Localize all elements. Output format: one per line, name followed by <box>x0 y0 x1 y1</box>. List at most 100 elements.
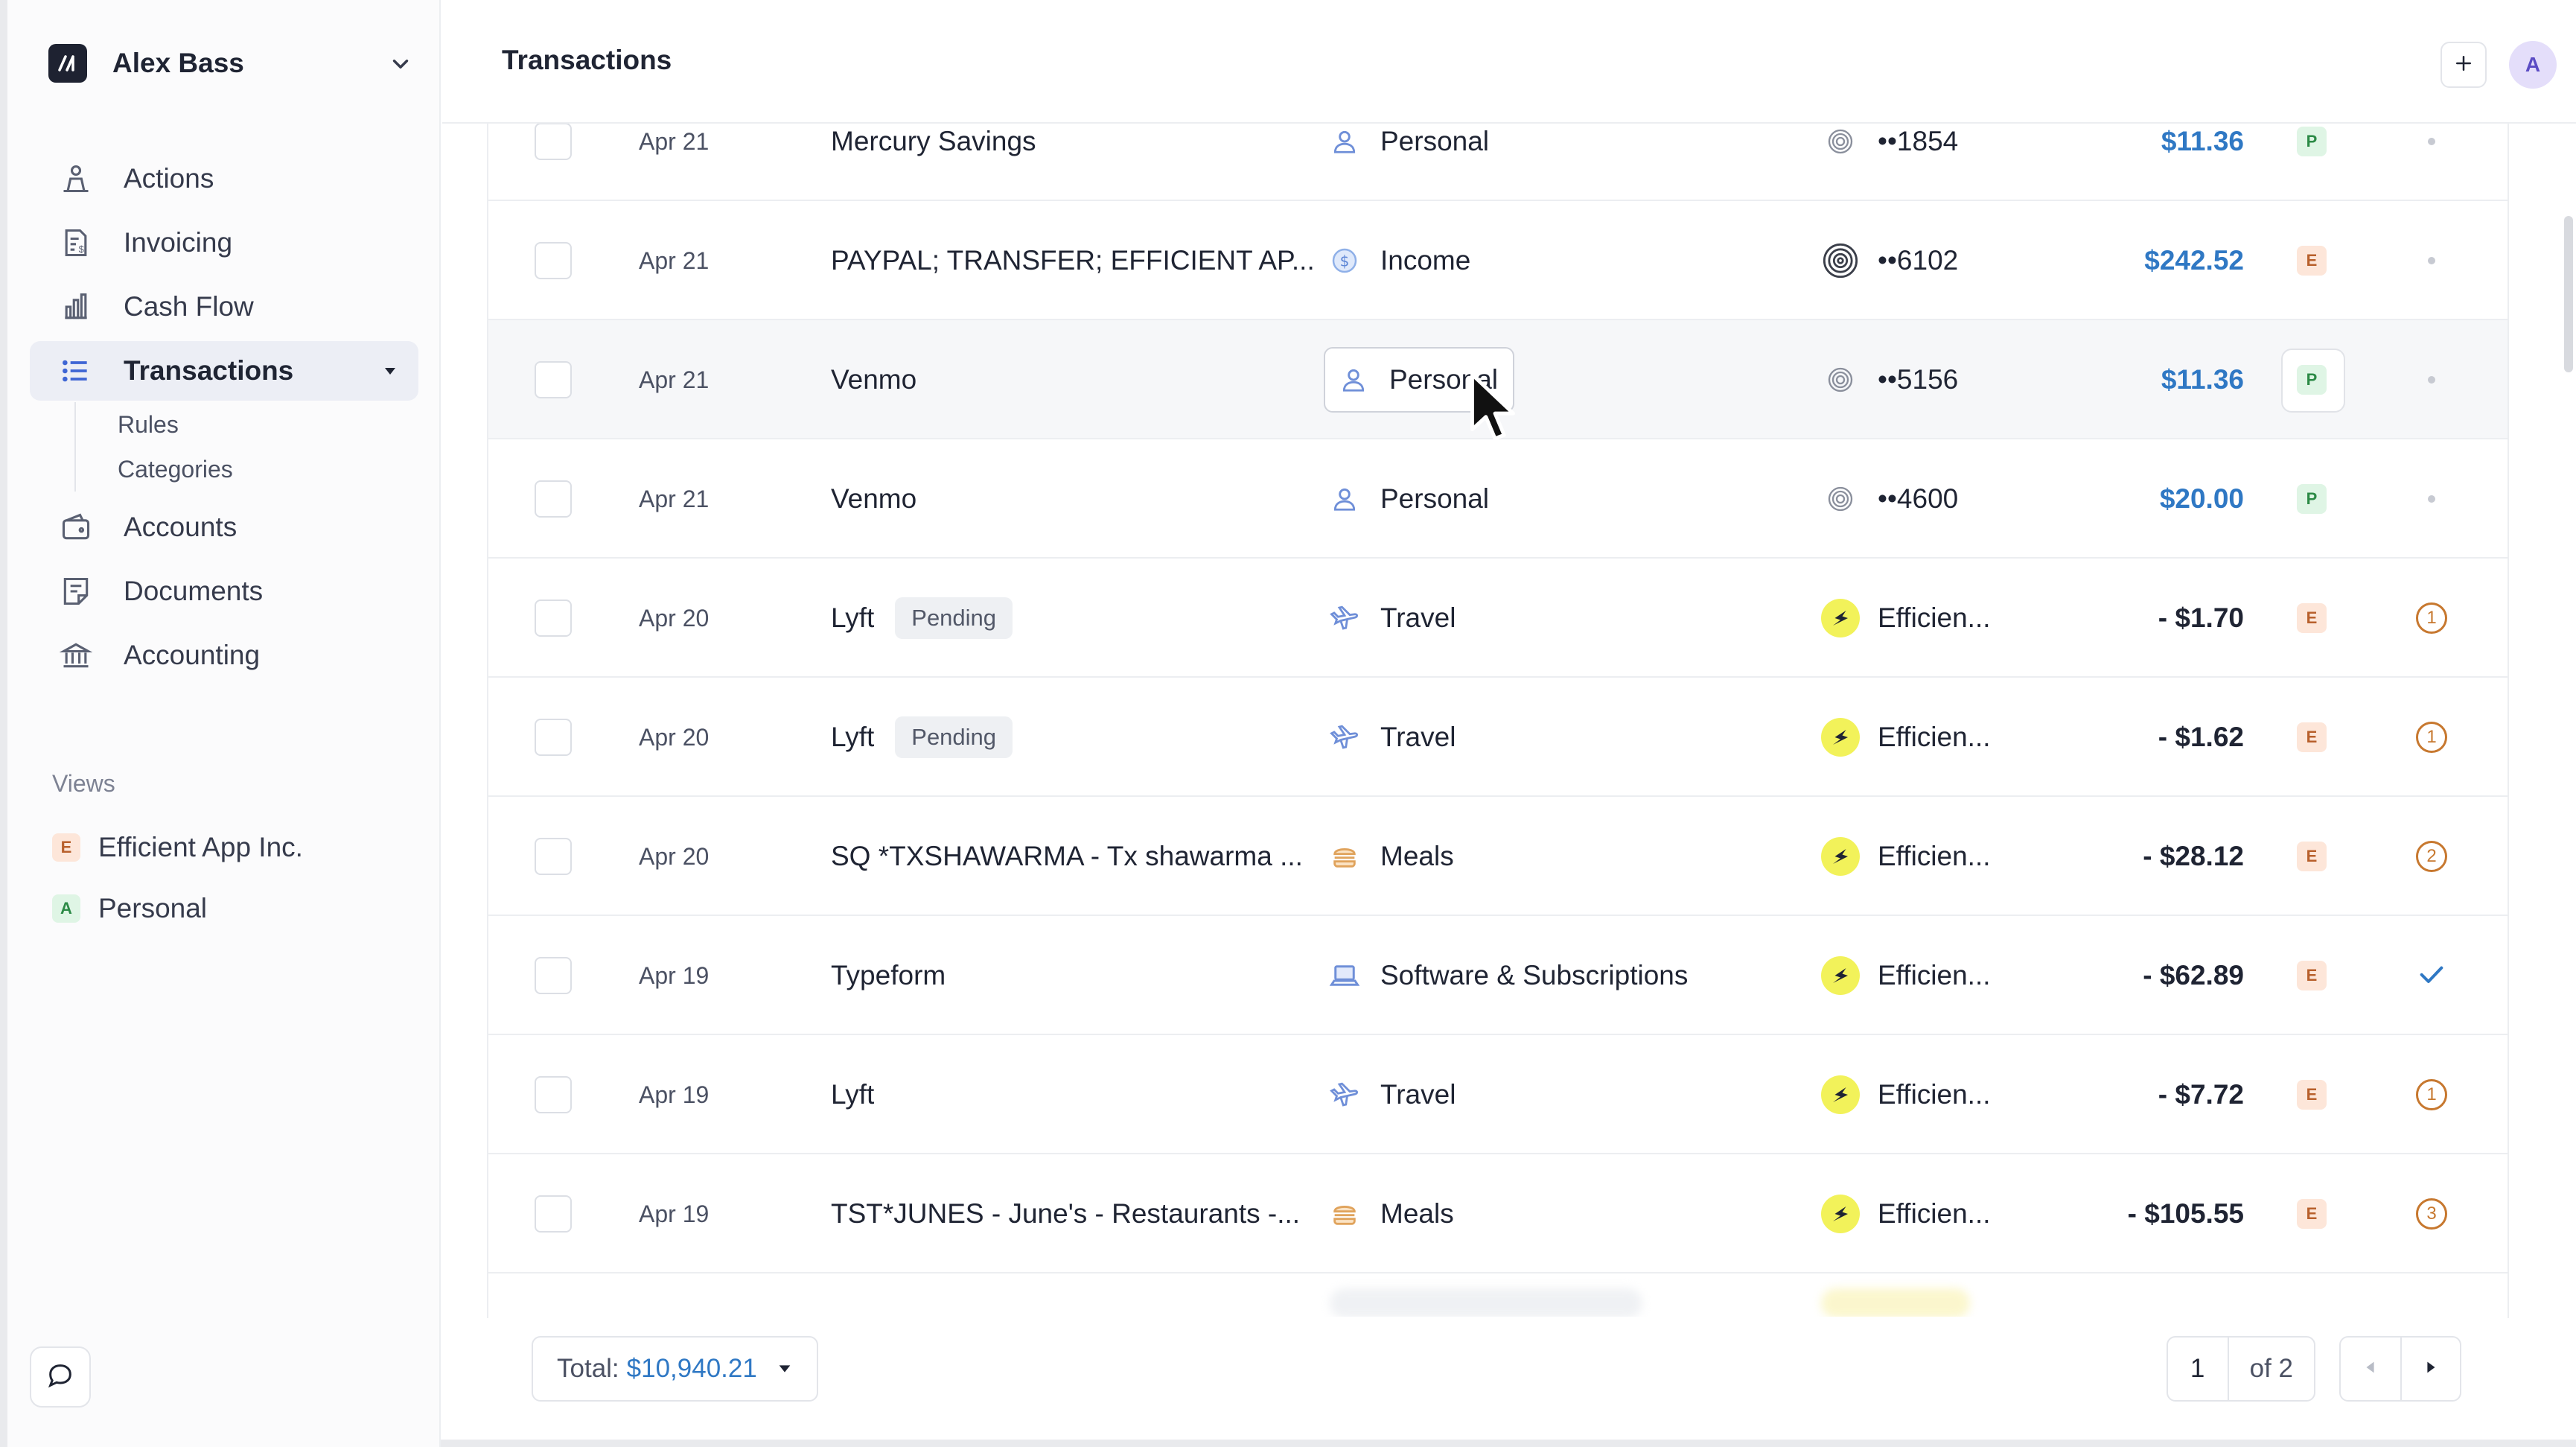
entity-badge[interactable]: E <box>2297 722 2327 752</box>
entity-badge[interactable]: P <box>2297 127 2327 156</box>
row-description[interactable]: Lyft Pending <box>831 559 1013 678</box>
row-checkbox[interactable] <box>535 957 572 994</box>
row-account[interactable]: Efficien... <box>1821 916 1991 1035</box>
row-checkbox[interactable] <box>535 1076 572 1113</box>
row-checkbox[interactable] <box>535 480 572 518</box>
table-row[interactable]: Apr 21 PAYPAL; TRANSFER; EFFICIENT AP...… <box>488 201 2508 320</box>
receipt-count-badge[interactable]: 1 <box>2414 719 2449 755</box>
entity-badge[interactable]: E <box>2297 603 2327 633</box>
table-row[interactable]: Apr 19 Typeform Software & Subscriptions… <box>488 916 2508 1035</box>
nav-item-documents[interactable]: Documents <box>30 562 418 621</box>
table-row[interactable]: Apr 21 Venmo Personal ••4600 $20.00 P <box>488 439 2508 559</box>
row-description[interactable]: SQ *TXSHAWARMA - Tx shawarma ... <box>831 797 1303 916</box>
status-dot-icon <box>2428 376 2435 384</box>
row-account[interactable]: Efficien... <box>1821 1154 1991 1273</box>
subnav-item-rules[interactable]: Rules <box>118 402 418 447</box>
total-dropdown[interactable]: Total: $10,940.21 <box>532 1336 818 1402</box>
nav-item-accounting[interactable]: Accounting <box>30 626 418 685</box>
row-description[interactable]: Venmo <box>831 320 916 439</box>
nav-item-actions[interactable]: Actions <box>30 149 418 209</box>
row-description[interactable]: Lyft Pending <box>831 678 1013 797</box>
row-category[interactable]: Travel <box>1327 678 1456 797</box>
entity-badge[interactable]: E <box>2297 842 2327 871</box>
row-category[interactable]: Meals <box>1327 797 1454 916</box>
table-row[interactable]: Apr 19 Lyft Travel Efficien... - $7.72 E… <box>488 1035 2508 1154</box>
view-item-efficient-app[interactable]: E Efficient App Inc. <box>52 825 303 870</box>
entity-badge[interactable]: E <box>2297 1199 2327 1229</box>
nav-item-accounts[interactable]: Accounts <box>30 497 418 557</box>
row-account[interactable]: ••6102 <box>1821 201 1958 320</box>
status-indicator[interactable] <box>2414 243 2449 279</box>
page-number-input[interactable]: 1 <box>2168 1338 2229 1400</box>
table-row[interactable]: Apr 20 Lyft Pending Travel Efficien... -… <box>488 559 2508 678</box>
row-category[interactable]: Travel <box>1327 559 1456 678</box>
row-checkbox[interactable] <box>535 719 572 756</box>
status-indicator[interactable] <box>2414 124 2449 159</box>
chat-button[interactable] <box>30 1346 91 1408</box>
row-description[interactable]: Lyft <box>831 1035 874 1154</box>
status-dot-icon <box>2428 257 2435 264</box>
nav-item-invoicing[interactable]: $ Invoicing <box>30 213 418 273</box>
chevron-down-icon[interactable] <box>388 51 413 80</box>
row-checkbox[interactable] <box>535 600 572 637</box>
person-icon <box>1327 481 1362 517</box>
triangle-left-icon <box>2362 1359 2379 1379</box>
status-indicator[interactable] <box>2414 481 2449 517</box>
dollar-coin-icon: $ <box>1327 243 1362 279</box>
subnav-item-categories[interactable]: Categories <box>118 447 418 492</box>
row-checkbox[interactable] <box>535 361 572 398</box>
row-date: Apr 20 <box>639 604 710 632</box>
entity-badge[interactable]: E <box>2297 961 2327 990</box>
row-description[interactable]: Venmo <box>831 439 916 559</box>
entity-badge[interactable]: P <box>2297 484 2327 514</box>
row-account[interactable]: Efficien... <box>1821 797 1991 916</box>
row-description[interactable]: TST*JUNES - June's - Restaurants -... <box>831 1154 1300 1273</box>
receipt-count: 1 <box>2416 722 2447 753</box>
row-amount: - $1.70 <box>2158 602 2244 633</box>
entity-badge[interactable]: E <box>2297 1080 2327 1110</box>
receipt-count-badge[interactable]: 3 <box>2414 1196 2449 1232</box>
receipt-count-badge[interactable]: 1 <box>2414 1077 2449 1113</box>
row-category[interactable]: Travel <box>1327 1035 1456 1154</box>
efficient-logo-icon <box>1821 1075 1860 1114</box>
receipt-count-badge[interactable]: 1 <box>2414 600 2449 636</box>
status-indicator[interactable] <box>2414 362 2449 398</box>
row-category[interactable]: $ Income <box>1327 201 1470 320</box>
row-account[interactable]: Efficien... <box>1821 1035 1991 1154</box>
row-category[interactable]: Personal <box>1327 439 1489 559</box>
row-category[interactable]: Software & Subscriptions <box>1327 916 1688 1035</box>
table-row[interactable]: Apr 20 SQ *TXSHAWARMA - Tx shawarma ... … <box>488 797 2508 916</box>
add-button[interactable] <box>2440 42 2487 88</box>
entity-badge[interactable]: P <box>2297 365 2327 395</box>
entity-badge[interactable]: E <box>2297 246 2327 276</box>
status-complete[interactable] <box>2414 958 2449 993</box>
table-row[interactable]: Apr 19 TST*JUNES - June's - Restaurants … <box>488 1154 2508 1273</box>
row-account[interactable]: ••4600 <box>1821 439 1958 559</box>
view-item-personal[interactable]: A Personal <box>52 886 207 931</box>
row-description[interactable]: Typeform <box>831 916 946 1035</box>
row-category[interactable]: Meals <box>1327 1154 1454 1273</box>
prev-page-button[interactable] <box>2341 1338 2400 1400</box>
nav-item-cash-flow[interactable]: Cash Flow <box>30 277 418 337</box>
row-description[interactable]: PAYPAL; TRANSFER; EFFICIENT AP... <box>831 201 1315 320</box>
row-account[interactable]: ••5156 <box>1821 320 1958 439</box>
airplane-icon <box>1327 1077 1362 1113</box>
receipt-count-badge[interactable]: 2 <box>2414 839 2449 874</box>
row-account[interactable]: Efficien... <box>1821 559 1991 678</box>
next-page-button[interactable] <box>2400 1338 2460 1400</box>
row-checkbox[interactable] <box>535 242 572 279</box>
laptop-icon <box>1327 958 1362 993</box>
row-checkbox[interactable] <box>535 123 572 160</box>
efficient-logo-icon <box>1821 718 1860 757</box>
table-row[interactable]: Apr 20 Lyft Pending Travel Efficien... -… <box>488 678 2508 797</box>
row-date: Apr 20 <box>639 842 710 870</box>
vertical-scrollbar[interactable] <box>2564 216 2573 372</box>
caret-down-icon[interactable] <box>381 362 399 384</box>
org-switcher[interactable]: Alex Bass <box>48 41 413 86</box>
user-avatar[interactable]: A <box>2509 41 2557 89</box>
row-account[interactable]: Efficien... <box>1821 678 1991 797</box>
row-checkbox[interactable] <box>535 1195 572 1233</box>
row-checkbox[interactable] <box>535 838 572 875</box>
category-label: Meals <box>1380 1198 1454 1229</box>
nav-item-transactions[interactable]: Transactions <box>30 341 418 401</box>
